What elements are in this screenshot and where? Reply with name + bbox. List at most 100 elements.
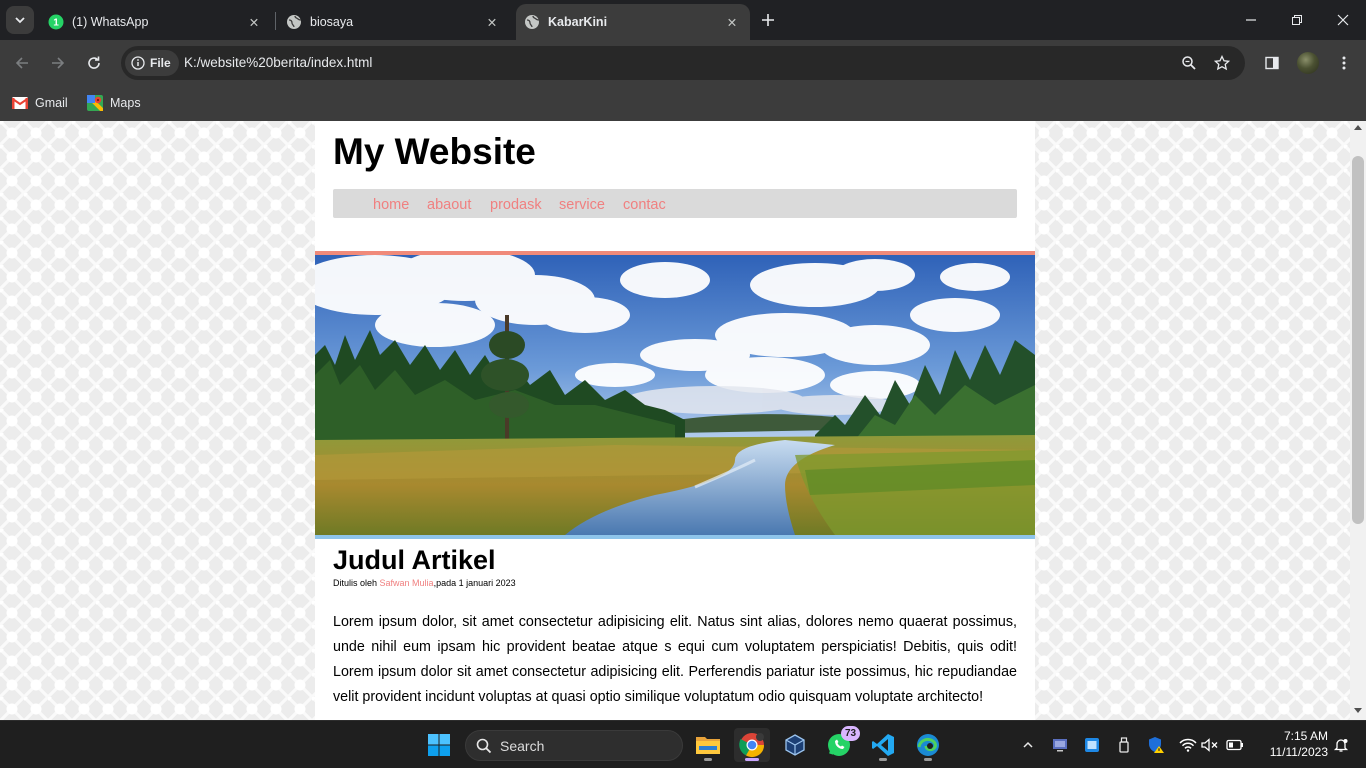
monitor-icon — [1053, 739, 1067, 752]
byline-date: ,pada 1 januari 2023 — [433, 578, 516, 588]
app-window-icon — [1085, 738, 1099, 752]
show-hidden-icons-button[interactable] — [1018, 735, 1038, 755]
scroll-down-arrow-icon[interactable] — [1354, 708, 1362, 713]
battery-icon — [1226, 739, 1243, 751]
new-tab-button[interactable] — [758, 10, 778, 30]
tray-app-monitor[interactable] — [1050, 735, 1070, 755]
taskbar-chrome[interactable] — [734, 728, 770, 762]
windows-taskbar: Search 73 7:15 AM 11/11/2023 — [0, 720, 1366, 768]
url-text[interactable]: K:/website%20berita/index.html — [184, 55, 372, 70]
page-scrollbar[interactable] — [1350, 121, 1366, 720]
bookmark-star-button[interactable] — [1212, 53, 1232, 73]
taskbar-file-explorer[interactable] — [690, 728, 726, 762]
windows-start-icon — [428, 734, 450, 756]
chevron-down-icon — [15, 17, 25, 24]
chrome-icon — [739, 733, 764, 758]
active-indicator — [745, 758, 759, 761]
clock-time: 7:15 AM — [1283, 729, 1328, 743]
nav-link-contact[interactable]: contac — [623, 197, 666, 213]
profile-avatar[interactable] — [1297, 52, 1319, 74]
close-icon — [1337, 14, 1349, 26]
scrollbar-thumb[interactable] — [1352, 156, 1364, 524]
taskbar-search[interactable]: Search — [465, 730, 683, 761]
menu-button[interactable] — [1332, 51, 1356, 75]
site-info-chip[interactable]: File — [125, 50, 179, 76]
address-bar[interactable]: File K:/website%20berita/index.html — [121, 46, 1245, 80]
running-indicator — [924, 758, 932, 761]
gmail-icon — [12, 95, 28, 111]
more-vertical-icon — [1342, 56, 1346, 70]
vscode-icon — [872, 734, 894, 756]
minimize-button[interactable] — [1239, 8, 1263, 32]
tray-security[interactable] — [1146, 735, 1166, 755]
reload-icon — [88, 56, 100, 69]
scroll-up-arrow-icon[interactable] — [1354, 125, 1362, 130]
tab-kabarkini[interactable]: KabarKini ✕ — [516, 4, 750, 40]
svg-text:1: 1 — [53, 18, 59, 29]
side-panel-button[interactable] — [1260, 51, 1284, 75]
main-nav: home abaout prodask service contac — [333, 189, 1017, 218]
zoom-icon — [1182, 56, 1196, 70]
nav-link-about[interactable]: abaout — [427, 197, 471, 213]
tray-notifications[interactable] — [1331, 735, 1351, 755]
notification-bell-icon — [1333, 739, 1349, 752]
chevron-up-icon — [1023, 741, 1033, 748]
nav-link-home[interactable]: home — [373, 197, 409, 213]
tray-app-window[interactable] — [1082, 735, 1102, 755]
arrow-right-icon — [52, 57, 65, 69]
close-window-button[interactable] — [1331, 8, 1355, 32]
clock-date: 11/11/2023 — [1269, 745, 1328, 759]
bookmark-label: Gmail — [35, 96, 68, 110]
taskbar-vscode[interactable] — [865, 728, 901, 762]
restore-button[interactable] — [1285, 8, 1309, 32]
bookmark-label: Maps — [110, 96, 141, 110]
bookmark-gmail[interactable]: Gmail — [12, 92, 68, 114]
volume-muted-icon — [1201, 738, 1218, 752]
start-button[interactable] — [421, 728, 457, 762]
close-icon[interactable]: ✕ — [722, 12, 742, 32]
tab-search-button[interactable] — [6, 6, 34, 34]
virtualbox-icon — [785, 734, 805, 756]
author-link[interactable]: Safwan Mulia — [380, 578, 434, 588]
globe-icon — [286, 14, 302, 30]
tray-battery[interactable] — [1225, 735, 1245, 755]
tab-title: (1) WhatsApp — [72, 15, 149, 29]
notification-badge: 73 — [841, 726, 860, 741]
nav-link-products[interactable]: prodask — [490, 197, 542, 213]
arrow-left-icon — [15, 57, 28, 69]
reload-button[interactable] — [82, 51, 106, 75]
tray-wifi[interactable] — [1178, 735, 1198, 755]
article-title: Judul Artikel — [333, 545, 496, 575]
tray-volume[interactable] — [1200, 735, 1220, 755]
side-panel-icon — [1265, 56, 1279, 70]
back-button[interactable] — [10, 51, 34, 75]
nav-link-service[interactable]: service — [559, 197, 605, 213]
tab-biosaya[interactable]: biosaya ✕ — [278, 4, 510, 40]
maps-icon — [87, 95, 103, 111]
zoom-button[interactable] — [1179, 53, 1199, 73]
close-icon[interactable]: ✕ — [482, 12, 502, 32]
tab-whatsapp[interactable]: 1 (1) WhatsApp ✕ — [40, 4, 272, 40]
article-body: Lorem ipsum dolor, sit amet consectetur … — [333, 614, 1017, 705]
usb-drive-icon — [1119, 737, 1129, 753]
tab-title: biosaya — [310, 15, 354, 29]
taskbar-virtualbox[interactable] — [777, 728, 813, 762]
chip-label: File — [150, 56, 171, 70]
restore-icon — [1292, 15, 1302, 25]
wifi-icon — [1179, 738, 1197, 752]
tab-strip: 1 (1) WhatsApp ✕ biosaya ✕ KabarKini ✕ — [0, 0, 1366, 40]
bookmark-maps[interactable]: Maps — [87, 92, 141, 114]
tray-usb[interactable] — [1114, 735, 1134, 755]
forward-button[interactable] — [46, 51, 70, 75]
taskbar-edge[interactable] — [910, 728, 946, 762]
star-icon — [1214, 55, 1230, 71]
folder-icon — [696, 737, 720, 754]
close-icon[interactable]: ✕ — [244, 12, 264, 32]
page-viewport: My Website home abaout prodask service c… — [0, 121, 1366, 720]
taskbar-clock[interactable]: 7:15 AM 11/11/2023 — [1256, 728, 1328, 760]
whatsapp-icon: 1 — [48, 14, 64, 30]
landscape-image — [315, 255, 1035, 535]
running-indicator — [879, 758, 887, 761]
info-icon — [131, 56, 145, 70]
taskbar-whatsapp[interactable]: 73 — [821, 726, 860, 762]
